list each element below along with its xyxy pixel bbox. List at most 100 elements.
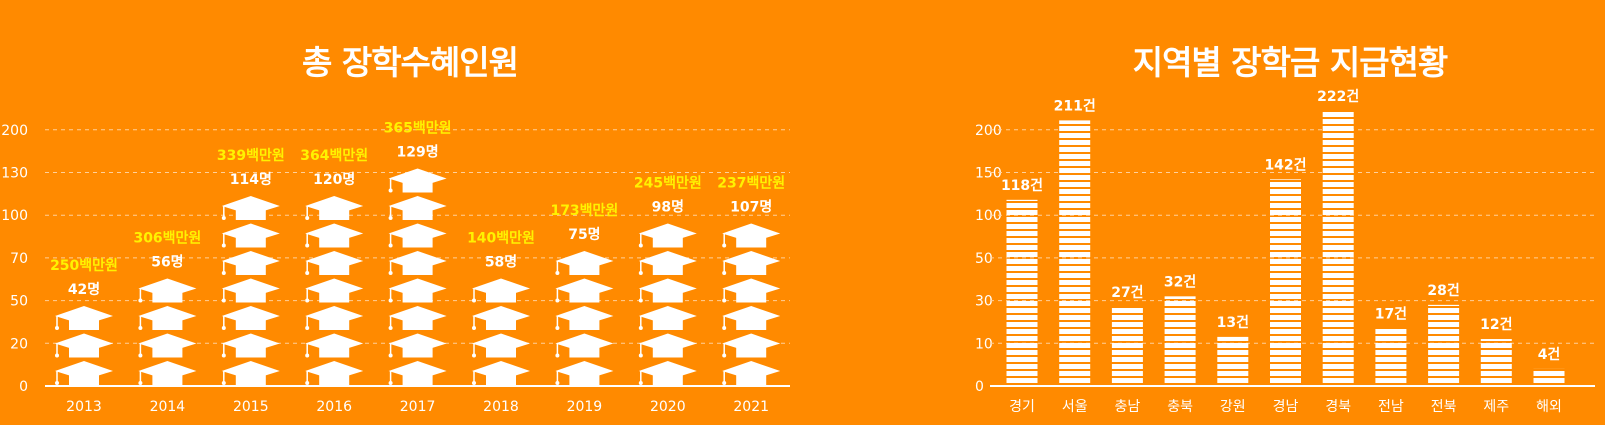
y-tick-label: 0 bbox=[19, 379, 28, 395]
cap-tassel-end-icon bbox=[388, 188, 393, 193]
bar bbox=[1217, 336, 1249, 386]
bar bbox=[1322, 111, 1354, 387]
amount-label: 365백만원 bbox=[384, 121, 452, 137]
y-tick-label: 100 bbox=[1, 208, 28, 224]
value-label: 27건 bbox=[1111, 284, 1143, 301]
cap-body-icon bbox=[152, 343, 183, 358]
amount-label: 364백만원 bbox=[300, 148, 368, 164]
cap-body-icon bbox=[69, 343, 99, 358]
cap-body-icon bbox=[319, 343, 350, 358]
amount-label: 250백만원 bbox=[50, 258, 118, 274]
bar bbox=[1480, 339, 1512, 386]
cap-body-icon bbox=[69, 316, 99, 330]
cap-body-icon bbox=[402, 206, 433, 220]
cap-body-icon bbox=[486, 371, 516, 385]
cap-tassel-end-icon bbox=[138, 326, 143, 330]
cap-tassel-end-icon bbox=[722, 298, 727, 303]
cap-tassel-end-icon bbox=[638, 381, 643, 385]
cap-body-icon bbox=[402, 178, 433, 193]
amount-label: 306백만원 bbox=[133, 231, 201, 247]
x-tick-label: 2015 bbox=[233, 399, 269, 415]
x-tick-label: 2019 bbox=[567, 399, 603, 415]
cap-tassel-end-icon bbox=[388, 353, 393, 358]
cap-body-icon bbox=[569, 371, 600, 385]
cap-tassel-end-icon bbox=[221, 298, 226, 303]
value-label: 42명 bbox=[68, 281, 100, 298]
cap-tassel-end-icon bbox=[305, 271, 310, 275]
regional-scholarship-panel: 지역별 장학금 지급현황 0 10 30 50 100 150 200 118건 경기 211건 서… bbox=[975, 0, 1605, 425]
cap-tassel-end-icon bbox=[138, 353, 143, 358]
cap-body-icon bbox=[569, 288, 600, 303]
value-label: 222건 bbox=[1317, 88, 1359, 105]
cap-tassel-end-icon bbox=[388, 381, 393, 385]
cap-body-icon bbox=[319, 206, 350, 220]
value-label: 129명 bbox=[397, 144, 439, 161]
cap-body-icon bbox=[486, 343, 516, 358]
cap-tassel-end-icon bbox=[55, 326, 59, 330]
cap-body-icon bbox=[69, 371, 99, 385]
x-tick-label: 경남 bbox=[1273, 399, 1299, 415]
cap-tassel-end-icon bbox=[722, 381, 727, 385]
x-tick-label: 2014 bbox=[150, 399, 186, 415]
cap-body-icon bbox=[569, 316, 600, 330]
x-tick-label: 2021 bbox=[733, 399, 769, 415]
cap-tassel-end-icon bbox=[722, 243, 727, 248]
y-tick-label: 0 bbox=[975, 379, 984, 395]
cap-tassel-end-icon bbox=[722, 271, 727, 275]
bar bbox=[1428, 304, 1460, 386]
cap-tassel-end-icon bbox=[388, 298, 393, 303]
cap-body-icon bbox=[235, 371, 266, 385]
cap-tassel-end-icon bbox=[388, 326, 393, 330]
cap-tassel-end-icon bbox=[305, 353, 310, 358]
bar bbox=[1111, 307, 1143, 386]
value-label: 114명 bbox=[230, 171, 272, 188]
regional-chart: 0 10 30 50 100 150 200 118건경기 211건서울 27건충남 32건충북 13… bbox=[975, 88, 1595, 415]
cap-tassel-end-icon bbox=[472, 298, 476, 303]
value-label: 13건 bbox=[1217, 314, 1249, 331]
cap-body-icon bbox=[235, 316, 266, 330]
cap-tassel-end-icon bbox=[638, 298, 643, 303]
cap-tassel-end-icon bbox=[722, 326, 727, 330]
cap-tassel-end-icon bbox=[305, 381, 310, 385]
cap-tassel-end-icon bbox=[55, 353, 59, 358]
value-label: 142건 bbox=[1264, 156, 1306, 173]
cap-body-icon bbox=[152, 371, 183, 385]
cap-tassel-end-icon bbox=[388, 243, 393, 248]
value-label: 98명 bbox=[652, 199, 684, 216]
y-tick-label: 10 bbox=[975, 336, 993, 352]
x-tick-label: 경기 bbox=[1009, 399, 1035, 415]
x-tick-label: 전북 bbox=[1431, 399, 1457, 415]
cap-tassel-end-icon bbox=[221, 353, 226, 358]
cap-body-icon bbox=[235, 261, 266, 275]
cap-tassel-end-icon bbox=[472, 381, 476, 385]
cap-tassel-end-icon bbox=[555, 298, 560, 303]
value-label: 12건 bbox=[1480, 316, 1512, 333]
cap-body-icon bbox=[736, 288, 767, 303]
cap-tassel-end-icon bbox=[138, 298, 143, 303]
x-tick-label: 강원 bbox=[1220, 399, 1246, 415]
bar bbox=[1270, 179, 1301, 386]
cap-body-icon bbox=[736, 233, 767, 248]
cap-body-icon bbox=[402, 288, 433, 303]
x-tick-label: 경북 bbox=[1325, 399, 1351, 415]
cap-body-icon bbox=[402, 343, 433, 358]
cap-tassel-end-icon bbox=[472, 326, 476, 330]
bar bbox=[1006, 199, 1038, 386]
cap-tassel-end-icon bbox=[638, 326, 643, 330]
value-label: 32건 bbox=[1164, 273, 1196, 290]
recipients-chart: 0 20 50 70 100 130 200 42명 250백만원 2013 56명 306백만원 20… bbox=[1, 121, 790, 415]
cap-tassel-end-icon bbox=[555, 326, 560, 330]
y-tick-label: 130 bbox=[1, 166, 28, 182]
cap-body-icon bbox=[402, 316, 433, 330]
cap-body-icon bbox=[235, 288, 266, 303]
cap-tassel-end-icon bbox=[722, 353, 727, 358]
cap-body-icon bbox=[652, 316, 683, 330]
y-tick-label: 20 bbox=[10, 336, 28, 352]
y-tick-label: 30 bbox=[975, 294, 993, 310]
cap-tassel-end-icon bbox=[55, 381, 59, 385]
cap-body-icon bbox=[569, 261, 600, 275]
cap-tassel-end-icon bbox=[388, 216, 393, 220]
y-tick-label: 200 bbox=[975, 123, 1002, 139]
cap-tassel-end-icon bbox=[305, 298, 310, 303]
amount-label: 173백만원 bbox=[550, 203, 618, 219]
